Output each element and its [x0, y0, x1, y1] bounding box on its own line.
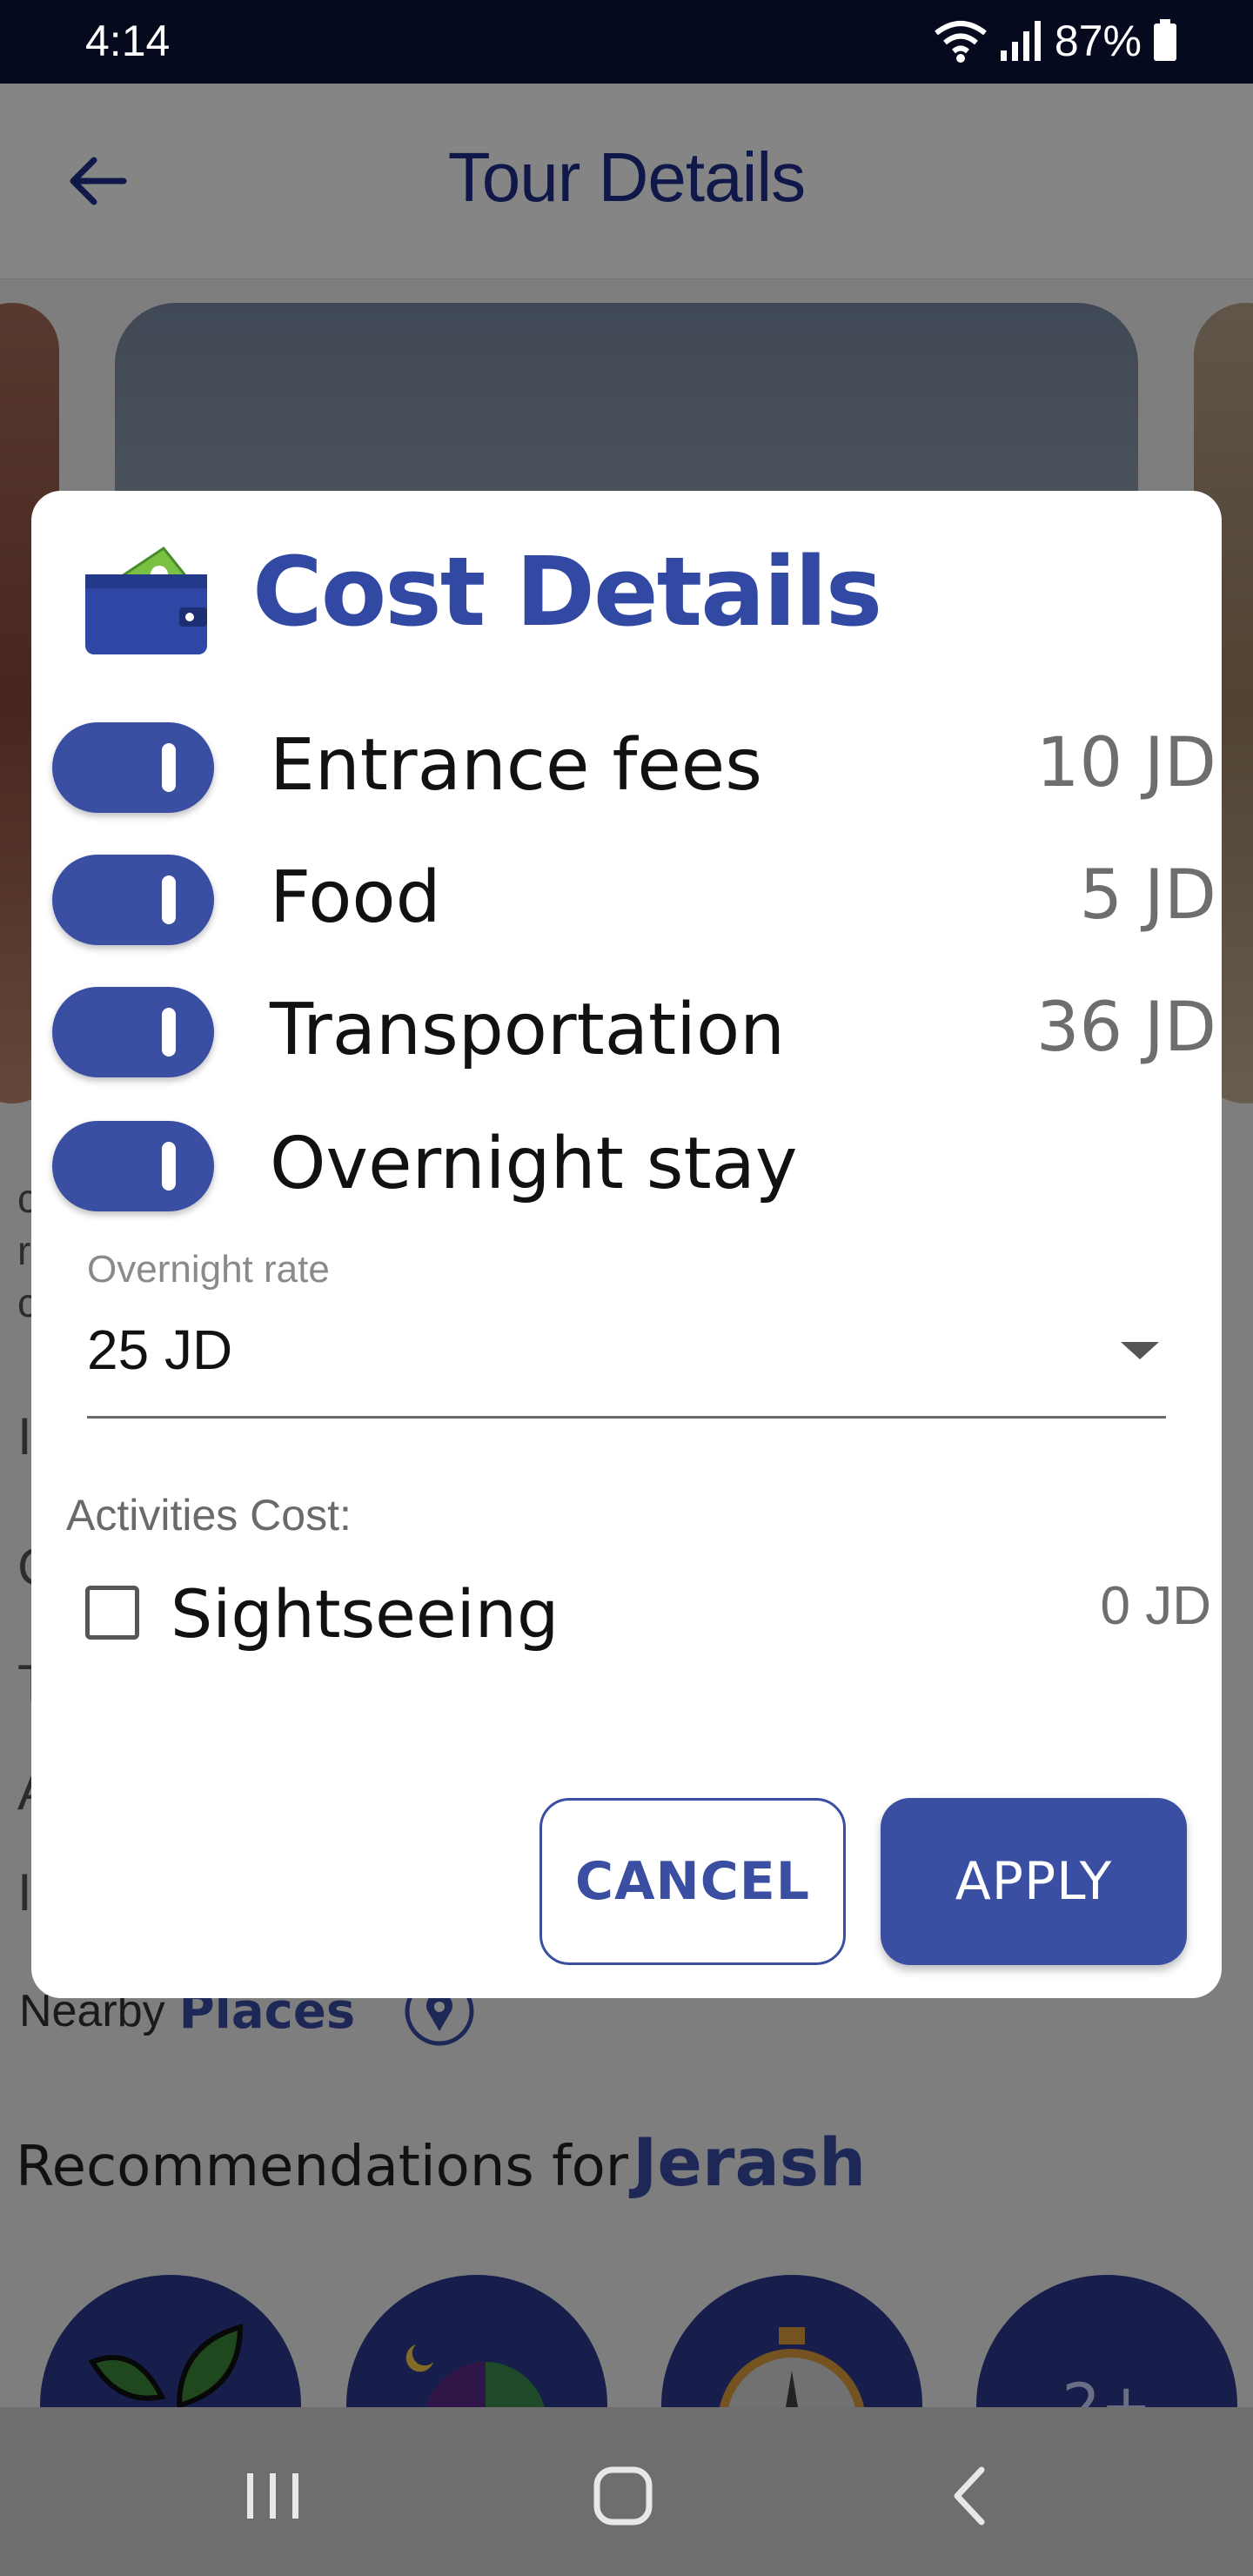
- cost-value: 5 JD: [1079, 856, 1217, 935]
- overnight-stay-toggle[interactable]: [52, 1121, 214, 1211]
- transportation-toggle[interactable]: [52, 987, 214, 1077]
- cost-row-food: Food 5 JD: [52, 849, 1216, 945]
- cost-row-transportation: Transportation 36 JD: [52, 982, 1216, 1077]
- toggle-knob: [162, 1142, 176, 1191]
- activity-label: Sightseeing: [171, 1575, 559, 1653]
- cost-label: Entrance fees: [270, 724, 762, 807]
- cost-row-overnight-stay: Overnight stay: [52, 1116, 1216, 1211]
- cancel-button[interactable]: CANCEL: [539, 1798, 846, 1965]
- wifi-icon: [935, 21, 987, 63]
- battery-percent: 87%: [1054, 17, 1142, 65]
- activities-cost-label: Activities Cost:: [66, 1491, 352, 1540]
- apply-button[interactable]: APPLY: [881, 1798, 1187, 1965]
- status-icons: 87%: [933, 16, 1178, 66]
- home-icon[interactable]: [588, 2461, 658, 2531]
- overnight-rate-value: 25 JD: [87, 1318, 233, 1381]
- activity-row-sightseeing: Sightseeing 0 JD: [85, 1570, 1211, 1657]
- cost-label: Overnight stay: [270, 1123, 798, 1205]
- sightseeing-checkbox[interactable]: [85, 1586, 139, 1640]
- entrance-fees-toggle[interactable]: [52, 722, 214, 813]
- activity-value: 0 JD: [1100, 1576, 1211, 1636]
- cost-value: 36 JD: [1035, 989, 1216, 1067]
- wallet-icon: [85, 546, 207, 654]
- back-nav-icon[interactable]: [936, 2461, 1006, 2531]
- toggle-knob: [162, 875, 176, 924]
- cost-label: Transportation: [270, 989, 786, 1071]
- toggle-knob: [162, 1008, 176, 1057]
- toggle-knob: [162, 743, 176, 792]
- status-time: 4:14: [85, 17, 171, 65]
- cost-label: Food: [270, 856, 441, 939]
- navigation-bar: [0, 2407, 1253, 2576]
- signal-icon: [1000, 21, 1041, 61]
- cost-row-entrance-fees: Entrance fees 10 JD: [52, 717, 1216, 813]
- dropdown-arrow-icon[interactable]: [1121, 1342, 1159, 1359]
- food-toggle[interactable]: [52, 855, 214, 945]
- recent-apps-icon[interactable]: [238, 2461, 308, 2531]
- overnight-rate-label: Overnight rate: [87, 1248, 330, 1291]
- overnight-rate-dropdown[interactable]: Overnight rate 25 JD: [87, 1248, 1166, 1419]
- battery-icon: [1154, 19, 1176, 61]
- cost-details-dialog: Cost Details Entrance fees 10 JD Food 5 …: [31, 491, 1222, 1998]
- dialog-header: Cost Details: [77, 522, 882, 661]
- cost-value: 10 JD: [1035, 724, 1216, 802]
- field-underline: [87, 1416, 1166, 1419]
- status-bar: 4:14 87%: [0, 0, 1253, 84]
- dialog-title: Cost Details: [252, 536, 882, 647]
